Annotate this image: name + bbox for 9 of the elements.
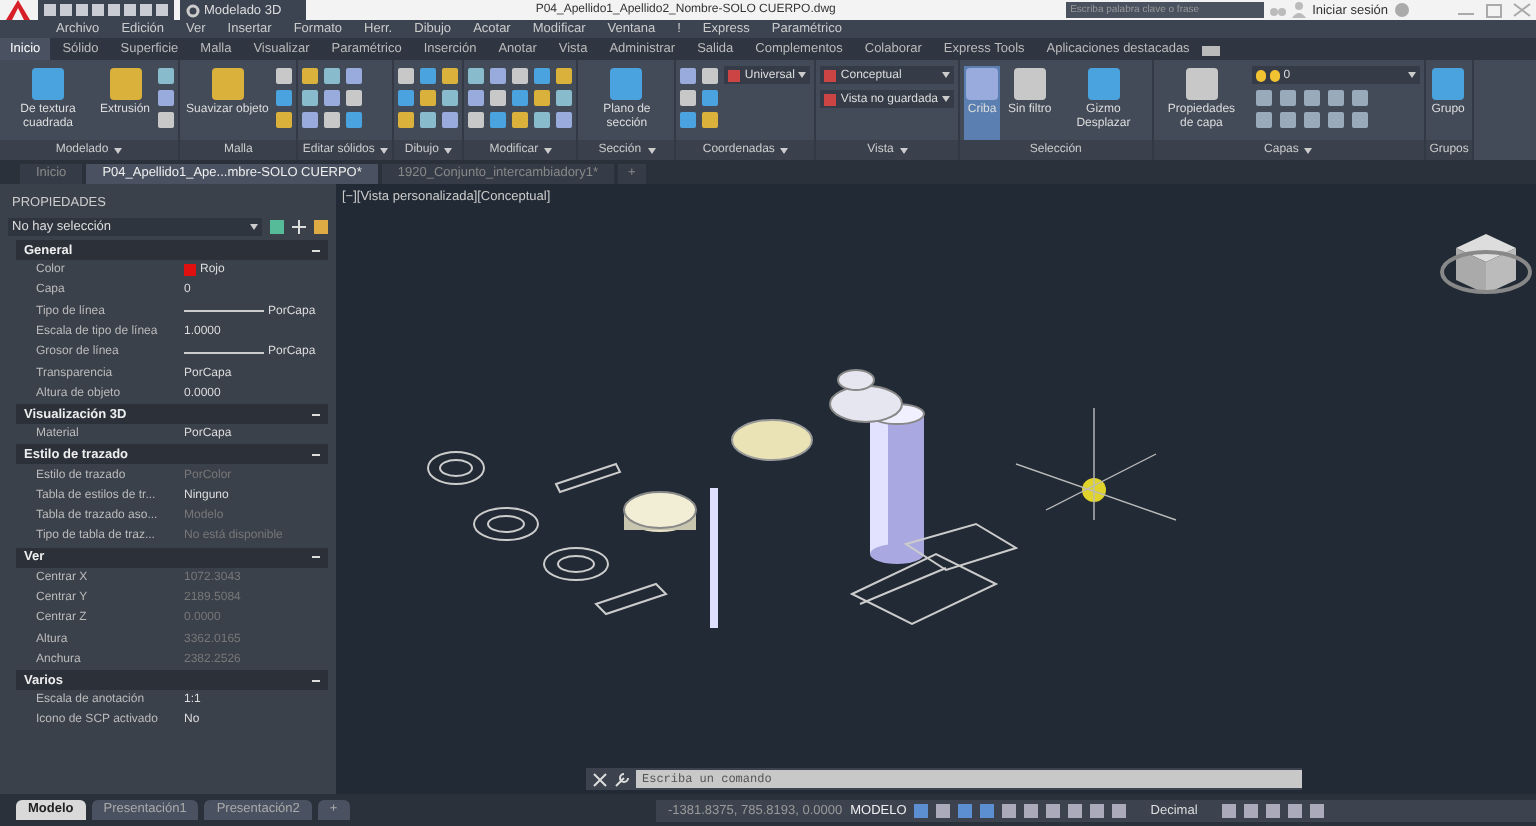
- wrench-icon[interactable]: [614, 771, 630, 787]
- linetype-sample: [184, 351, 264, 354]
- user-icon: [1292, 2, 1307, 18]
- gear-icon: [186, 3, 200, 17]
- viewcube-icon[interactable]: [1440, 234, 1532, 294]
- crosshair-icon[interactable]: [292, 220, 306, 234]
- linetype-sample: [184, 310, 264, 313]
- light-icon: [1015, 407, 1177, 521]
- camera-icon[interactable]: [1201, 43, 1220, 55]
